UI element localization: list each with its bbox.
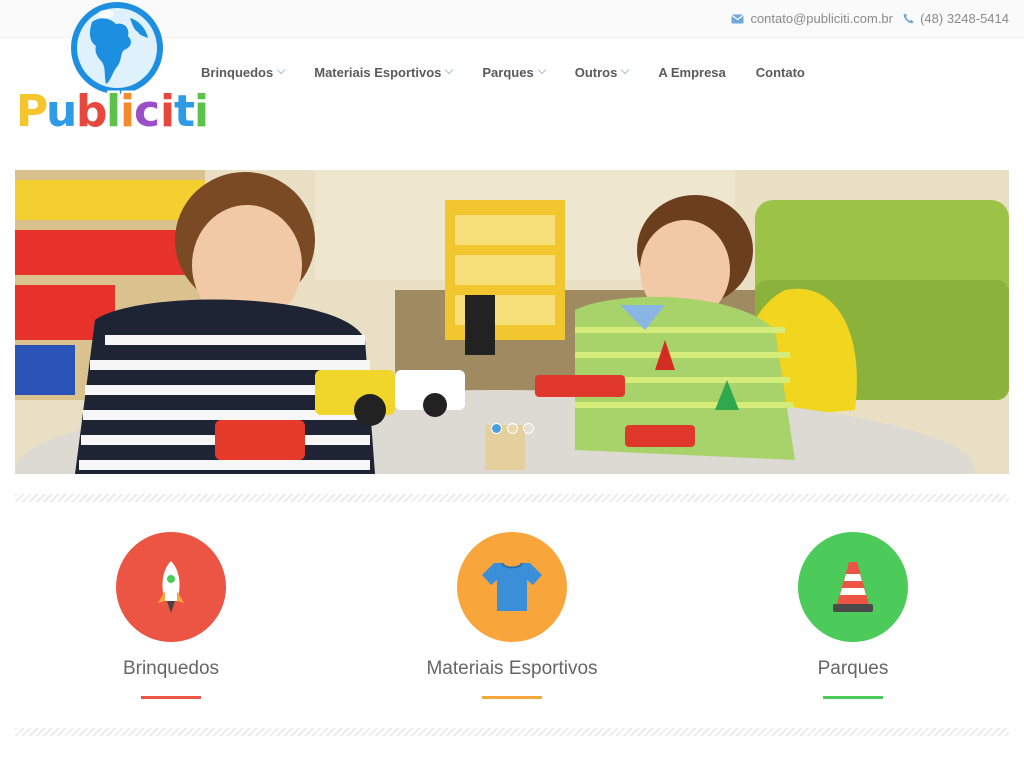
nav-item-label: A Empresa xyxy=(658,64,726,80)
feature-underline xyxy=(482,696,542,699)
nav-item-label: Contato xyxy=(755,64,805,80)
chevron-down-icon xyxy=(621,65,630,75)
feature-circle[interactable] xyxy=(798,532,908,642)
nav-item-parques[interactable]: Parques xyxy=(467,65,559,80)
nav-item-outros[interactable]: Outros xyxy=(560,65,644,80)
svg-text:b: b xyxy=(76,86,108,136)
svg-text:t: t xyxy=(174,86,195,136)
contact-phone-link[interactable]: (48) 3248-5414 xyxy=(903,11,1009,26)
svg-text:i: i xyxy=(160,86,175,136)
feature-parques[interactable]: Parques xyxy=(733,532,973,699)
svg-text:i: i xyxy=(194,86,209,136)
svg-text:i: i xyxy=(120,86,135,136)
svg-text:c: c xyxy=(134,86,160,136)
feature-title[interactable]: Brinquedos xyxy=(51,658,291,680)
slider-dot-1[interactable] xyxy=(491,423,502,434)
nav-item-label: Outros xyxy=(574,64,618,80)
chevron-down-icon xyxy=(537,65,546,75)
nav-item-label: Brinquedos xyxy=(201,64,274,80)
nav-item-contato[interactable]: Contato xyxy=(741,65,820,80)
slider-pagination xyxy=(491,423,534,434)
rocket-icon xyxy=(158,561,184,613)
feature-title[interactable]: Materiais Esportivos xyxy=(392,658,632,680)
feature-circle[interactable] xyxy=(457,532,567,642)
svg-text:P: P xyxy=(16,86,48,136)
traffic-cone-icon xyxy=(833,562,873,612)
feature-circle[interactable] xyxy=(116,532,226,642)
chevron-down-icon xyxy=(276,65,286,75)
feature-brinquedos[interactable]: Brinquedos xyxy=(51,532,291,699)
contact-phone-text: (48) 3248-5414 xyxy=(920,11,1009,26)
divider-bottom xyxy=(15,728,1009,736)
nav-item-a-empresa[interactable]: A Empresa xyxy=(643,65,740,80)
slider-dot-3[interactable] xyxy=(523,423,534,434)
contact-email-link[interactable]: contato@publiciti.com.br xyxy=(731,11,893,26)
phone-icon xyxy=(903,13,914,24)
slider-dot-2[interactable] xyxy=(507,423,518,434)
main-nav: Brinquedos Materiais Esportivos Parques … xyxy=(186,62,820,82)
feature-title[interactable]: Parques xyxy=(733,658,973,680)
svg-text:u: u xyxy=(46,86,77,136)
feature-underline xyxy=(141,696,201,699)
tshirt-icon xyxy=(482,562,542,611)
nav-item-label: Parques xyxy=(482,64,534,80)
chevron-down-icon xyxy=(445,65,454,75)
svg-text:l: l xyxy=(106,86,121,136)
contact-email-text: contato@publiciti.com.br xyxy=(750,11,893,26)
envelope-icon xyxy=(731,14,745,23)
nav-item-materiais-esportivos[interactable]: Materiais Esportivos xyxy=(299,65,467,80)
divider-top xyxy=(15,494,1009,502)
feature-materiais-esportivos[interactable]: Materiais Esportivos xyxy=(392,532,632,699)
nav-item-label: Materiais Esportivos xyxy=(314,64,442,80)
feature-underline xyxy=(823,696,883,699)
nav-item-brinquedos[interactable]: Brinquedos xyxy=(186,65,299,80)
hero-slider[interactable] xyxy=(15,170,1009,474)
